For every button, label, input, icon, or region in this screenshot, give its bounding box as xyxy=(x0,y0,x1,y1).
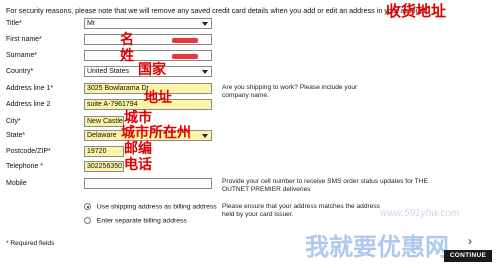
address-line1-value: 3025 Bowlarama Dr xyxy=(87,85,149,92)
surname-label: Surname* xyxy=(6,52,38,59)
postcode-value: 19720 xyxy=(87,148,107,155)
telephone-field[interactable]: 3022563501 xyxy=(84,161,124,172)
postcode-label: Postcode/ZIP* xyxy=(6,148,51,155)
address-line2-label: Address line 2 xyxy=(6,101,51,108)
chevron-right-icon: › xyxy=(468,234,472,248)
state-label: State* xyxy=(6,132,26,139)
annotation-country: 国家 xyxy=(138,62,166,78)
annotation-telephone: 电话 xyxy=(124,157,152,173)
country-label: Country* xyxy=(6,68,34,75)
annotation-surname: 姓 xyxy=(120,48,134,64)
telephone-label: Telephone * xyxy=(6,163,43,170)
billing-note-text: Please ensure that your address matches … xyxy=(222,203,380,218)
billing-same-radio[interactable] xyxy=(84,203,91,210)
watermark-text: 我就要优惠网 xyxy=(305,233,449,261)
city-label: City* xyxy=(6,118,21,125)
work-shipping-note-text: Are you shipping to work? Please include… xyxy=(222,84,358,99)
annotation-first-name: 名 xyxy=(120,32,134,48)
billing-separate-label: Enter separate billing address xyxy=(96,217,187,225)
title-label: Title* xyxy=(6,20,22,27)
first-name-field[interactable] xyxy=(84,34,212,45)
state-select-value: Delaware xyxy=(87,132,117,139)
redaction-mark xyxy=(172,54,198,59)
billing-same-option[interactable]: Use shipping address as billing address xyxy=(84,203,217,210)
title-select-value: Mr xyxy=(87,20,96,27)
continue-button[interactable]: CONTINUE xyxy=(444,250,492,262)
telephone-value: 3022563501 xyxy=(87,163,124,170)
mobile-label: Mobile xyxy=(6,180,27,187)
surname-field[interactable] xyxy=(84,50,212,61)
address-line2-value: suite A-7961794 xyxy=(87,101,138,108)
annotation-header: 收货地址 xyxy=(386,2,447,20)
work-shipping-note: Are you shipping to work? Please include… xyxy=(222,84,372,100)
billing-note: Please ensure that your address matches … xyxy=(222,203,392,219)
mobile-field[interactable] xyxy=(84,178,212,189)
annotation-postcode: 邮编 xyxy=(124,141,152,157)
title-select[interactable]: Mr xyxy=(84,18,212,29)
watermark-url: www.591yhw.com xyxy=(380,208,460,219)
annotation-state: 城市所在州 xyxy=(121,125,191,141)
billing-separate-option[interactable]: Enter separate billing address xyxy=(84,217,187,224)
required-fields-note: * Required fields xyxy=(6,240,55,247)
annotation-city: 城市 xyxy=(124,110,152,126)
mobile-note-text: Provide your cell number to receive SMS … xyxy=(222,178,428,193)
security-notice: For security reasons, please note that w… xyxy=(6,6,428,15)
postcode-field[interactable]: 19720 xyxy=(84,146,124,157)
billing-separate-radio[interactable] xyxy=(84,217,91,224)
address-line1-label: Address line 1* xyxy=(6,85,54,92)
mobile-note: Provide your cell number to receive SMS … xyxy=(222,178,432,194)
annotation-address: 地址 xyxy=(144,90,172,106)
city-field[interactable]: New Castle xyxy=(84,116,124,127)
redaction-mark xyxy=(172,38,198,43)
first-name-label: First name* xyxy=(6,36,42,43)
city-value: New Castle xyxy=(87,118,123,125)
country-select-value: United States xyxy=(87,68,130,75)
billing-same-label: Use shipping address as billing address xyxy=(96,203,217,211)
